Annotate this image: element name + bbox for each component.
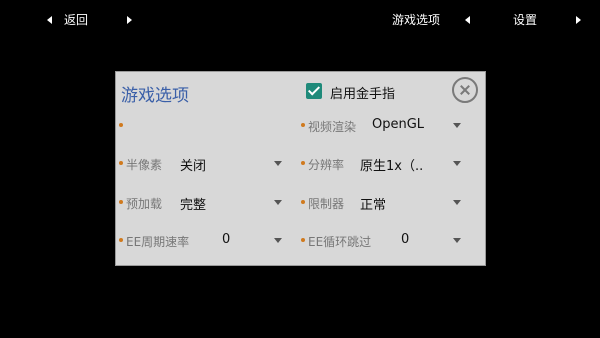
- limiter-value: 正常: [360, 198, 387, 213]
- chevron-left-icon[interactable]: [465, 16, 470, 24]
- half-pixel-value: 关闭: [180, 159, 207, 174]
- dropdown-arrow-icon: [274, 161, 282, 166]
- bullet-icon: [119, 238, 123, 242]
- video-render-value: OpenGL: [372, 117, 425, 132]
- video-render-label: 视频渲染: [308, 120, 357, 134]
- dropdown-arrow-icon: [453, 238, 461, 243]
- cheat-checkbox[interactable]: [306, 83, 322, 99]
- dropdown-arrow-icon: [453, 200, 461, 205]
- dropdown-arrow-icon: [453, 161, 461, 166]
- chevron-right-icon[interactable]: [576, 16, 581, 24]
- ee-cycle-skip-label: EE循环跳过: [308, 235, 372, 249]
- bullet-icon: [119, 200, 123, 204]
- dropdown-arrow-icon: [274, 238, 282, 243]
- ee-cycle-skip-value: 0: [401, 232, 410, 247]
- ee-cycle-rate-value: 0: [222, 232, 231, 247]
- dropdown-arrow-icon: [453, 123, 461, 128]
- bullet-icon: [119, 161, 123, 165]
- cheat-label[interactable]: 启用金手指: [330, 83, 395, 102]
- bullet-icon: [301, 123, 305, 127]
- game-options-dialog: 游戏选项 启用金手指 视频渲染 OpenGL 半像素 关闭 分辨率 原生1x（.…: [115, 71, 486, 266]
- dialog-title: 游戏选项: [121, 86, 189, 106]
- bullet-icon: [119, 123, 123, 127]
- half-pixel-label: 半像素: [126, 158, 163, 172]
- back-button[interactable]: 返回: [64, 12, 88, 28]
- ee-cycle-rate-label: EE周期速率: [126, 235, 190, 249]
- game-options-menu[interactable]: 游戏选项: [392, 12, 440, 28]
- limiter-label: 限制器: [308, 197, 345, 211]
- preload-value: 完整: [180, 198, 207, 213]
- close-button[interactable]: [452, 77, 478, 103]
- chevron-right-icon[interactable]: [127, 16, 132, 24]
- back-arrow-icon[interactable]: [47, 16, 52, 24]
- dropdown-arrow-icon: [274, 200, 282, 205]
- bullet-icon: [301, 238, 305, 242]
- bullet-icon: [301, 200, 305, 204]
- resolution-label: 分辨率: [308, 158, 345, 172]
- bullet-icon: [301, 161, 305, 165]
- resolution-value: 原生1x（..: [360, 159, 424, 174]
- settings-button[interactable]: 设置: [513, 12, 537, 28]
- preload-label: 预加载: [126, 197, 163, 211]
